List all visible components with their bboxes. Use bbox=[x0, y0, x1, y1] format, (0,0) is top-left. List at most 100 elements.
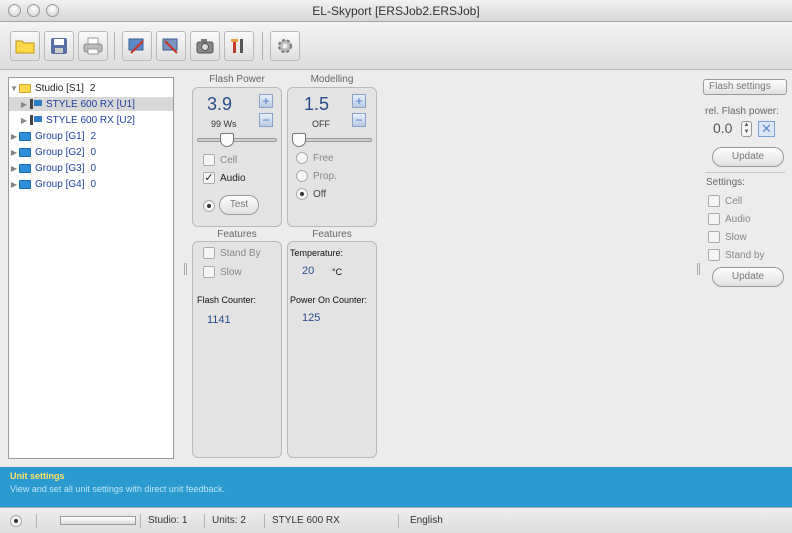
temperature-unit: °C bbox=[332, 267, 343, 277]
flash-audio-checkbox[interactable]: ✓ Audio bbox=[203, 172, 246, 184]
studio-tree[interactable]: ▼ Studio [S1] 2 ▶ STYLE 600 RX [U1] ▶ ST… bbox=[8, 77, 174, 459]
disclosure-expanded-icon[interactable]: ▼ bbox=[9, 84, 19, 93]
flash-power-decrease-button[interactable]: − bbox=[259, 113, 273, 127]
tree-group-count: 2 bbox=[90, 130, 97, 142]
checkbox-box[interactable] bbox=[708, 249, 720, 261]
info-bar: Unit settings View and set all unit sett… bbox=[0, 467, 792, 507]
status-dot bbox=[10, 515, 22, 527]
disclosure-collapsed-icon[interactable]: ▶ bbox=[19, 116, 29, 125]
settings-slow-checkbox[interactable]: Slow bbox=[708, 231, 747, 243]
disclosure-collapsed-icon[interactable]: ▶ bbox=[19, 100, 29, 109]
flash-cell-checkbox[interactable]: Cell bbox=[203, 154, 237, 166]
status-studio: Studio: 1 bbox=[148, 515, 188, 526]
modelling-header: Modelling bbox=[310, 74, 354, 85]
checkbox-box[interactable] bbox=[203, 154, 215, 166]
radio-dot[interactable] bbox=[296, 152, 308, 164]
settings-audio-checkbox[interactable]: Audio bbox=[708, 213, 751, 225]
flash-energy-value: 99 Ws bbox=[211, 119, 237, 129]
rel-flash-power-stepper[interactable]: ▲ ▼ bbox=[741, 121, 752, 137]
checkbox-box[interactable] bbox=[708, 213, 720, 225]
checkmark-icon[interactable]: ✓ bbox=[203, 172, 215, 184]
tools-button[interactable] bbox=[224, 31, 254, 61]
modelling-free-radio[interactable]: Free bbox=[296, 152, 334, 164]
status-divider bbox=[140, 514, 141, 528]
temperature-label: Temperature: bbox=[290, 248, 344, 258]
checkbox-label: Cell bbox=[220, 154, 238, 166]
disclosure-collapsed-icon[interactable]: ▶ bbox=[9, 180, 19, 189]
progress-bar bbox=[60, 516, 136, 525]
title-bar: EL-Skyport [ERSJob2.ERSJob] bbox=[0, 0, 792, 22]
open-button[interactable] bbox=[10, 31, 40, 61]
info-title: Unit settings bbox=[10, 471, 65, 481]
group-tool-button[interactable] bbox=[156, 31, 186, 61]
tree-item-group-g3[interactable]: ▶ Group [G3] 0 bbox=[9, 161, 173, 175]
update-settings-button[interactable]: Update bbox=[712, 267, 784, 287]
checkbox-box[interactable] bbox=[708, 231, 720, 243]
features-right-header: Features bbox=[312, 229, 352, 240]
status-units: Units: 2 bbox=[212, 515, 246, 526]
update-flash-power-button[interactable]: Update bbox=[712, 147, 784, 167]
radio-dot[interactable] bbox=[296, 170, 308, 182]
tree-group-label: Group [G3] bbox=[35, 162, 85, 174]
open-folder-icon bbox=[15, 40, 35, 54]
print-button[interactable] bbox=[78, 31, 108, 61]
preferences-button[interactable] bbox=[270, 31, 300, 61]
disclosure-collapsed-icon[interactable]: ▶ bbox=[9, 148, 19, 157]
unit-tool-button[interactable] bbox=[122, 31, 152, 61]
modelling-value: 1.5 bbox=[304, 94, 330, 114]
checkbox-box[interactable] bbox=[203, 266, 215, 278]
split-view-handle[interactable] bbox=[697, 263, 700, 275]
power-on-counter-value: 125 bbox=[302, 312, 321, 324]
features-left-header: Features bbox=[217, 229, 257, 240]
radio-dot[interactable] bbox=[296, 188, 308, 200]
split-view-handle[interactable] bbox=[184, 263, 187, 275]
tree-item-group-g4[interactable]: ▶ Group [G4] 0 bbox=[9, 177, 173, 191]
flash-power-slider-track[interactable] bbox=[197, 138, 277, 142]
settings-standby-checkbox[interactable]: Stand by bbox=[708, 249, 764, 261]
checkbox-label: Audio bbox=[220, 172, 246, 184]
flash-counter-value: 1141 bbox=[207, 314, 231, 326]
studio-folder-icon bbox=[19, 83, 31, 93]
checkbox-label: Stand By bbox=[220, 247, 261, 259]
flash-power-slider-knob[interactable] bbox=[220, 133, 235, 147]
save-button[interactable] bbox=[44, 31, 74, 61]
checkbox-box[interactable] bbox=[203, 247, 215, 259]
tree-item-group-g1[interactable]: ▶ Group [G1] 2 bbox=[9, 129, 173, 143]
disclosure-collapsed-icon[interactable]: ▶ bbox=[9, 132, 19, 141]
flash-power-panel: 3.9 + − 99 Ws Cell ✓ Audio Test bbox=[192, 87, 282, 227]
modelling-decrease-button[interactable]: − bbox=[352, 113, 366, 127]
camera-button[interactable] bbox=[190, 31, 220, 61]
temperature-value: 20 bbox=[302, 265, 315, 277]
tree-unit-label: STYLE 600 RX [U1] bbox=[46, 98, 135, 110]
checkbox-label: Slow bbox=[220, 266, 242, 278]
settings-cell-checkbox[interactable]: Cell bbox=[708, 195, 742, 207]
reset-x-icon[interactable]: ✕ bbox=[758, 121, 775, 137]
group-unit-icon bbox=[162, 38, 178, 54]
flash-unit-icon bbox=[128, 38, 144, 54]
modelling-off-radio[interactable]: Off bbox=[296, 188, 326, 200]
standby-checkbox[interactable]: Stand By bbox=[203, 247, 261, 259]
flash-settings-dropdown[interactable]: Flash settings bbox=[703, 79, 787, 95]
test-button[interactable]: Test bbox=[219, 195, 259, 215]
tree-item-unit-u2[interactable]: ▶ STYLE 600 RX [U2] bbox=[9, 113, 173, 127]
modelling-prop-radio[interactable]: Prop. bbox=[296, 170, 337, 182]
modelling-panel: 1.5 + − OFF Free Prop. Off bbox=[287, 87, 377, 227]
toolbar bbox=[0, 22, 792, 70]
settings-label: Settings: bbox=[706, 177, 745, 188]
tools-icon bbox=[231, 39, 243, 53]
slow-checkbox[interactable]: Slow bbox=[203, 266, 242, 278]
status-divider bbox=[398, 514, 399, 528]
radio-dot[interactable] bbox=[203, 200, 215, 212]
checkbox-box[interactable] bbox=[708, 195, 720, 207]
flash-power-increase-button[interactable]: + bbox=[259, 94, 273, 108]
checkbox-label: Stand by bbox=[725, 249, 765, 261]
tree-group-label: Group [G4] bbox=[35, 178, 85, 190]
radio-label: Off bbox=[313, 188, 327, 200]
tree-item-group-g2[interactable]: ▶ Group [G2] 0 bbox=[9, 145, 173, 159]
disclosure-collapsed-icon[interactable]: ▶ bbox=[9, 164, 19, 173]
tree-item-studio[interactable]: ▼ Studio [S1] 2 bbox=[9, 81, 173, 95]
modelling-slider-knob[interactable] bbox=[292, 133, 306, 147]
tree-item-unit-u1[interactable]: ▶ STYLE 600 RX [U1] bbox=[9, 97, 173, 111]
modelling-increase-button[interactable]: + bbox=[352, 94, 366, 108]
test-radio[interactable] bbox=[203, 200, 220, 212]
